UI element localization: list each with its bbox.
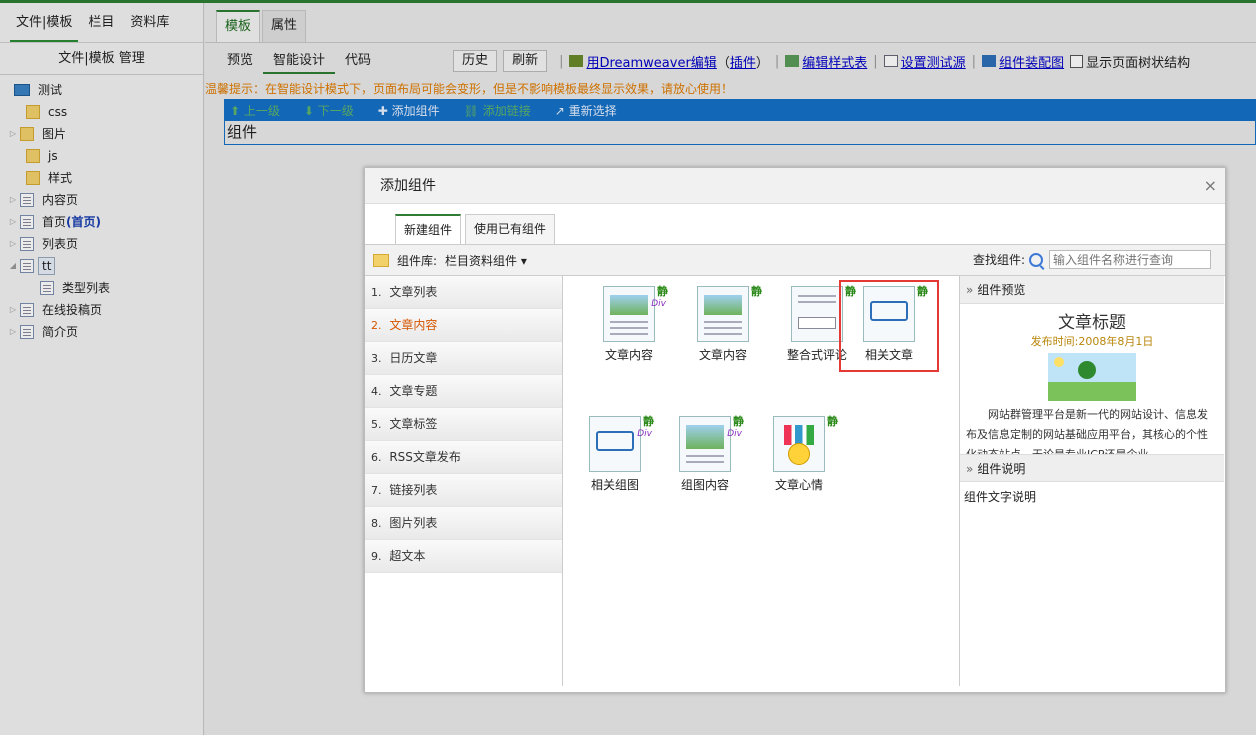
category-list: 1. 文章列表 2. 文章内容 3. 日历文章 4. 文章专题 5. 文章标签 … xyxy=(365,276,563,686)
category-item[interactable]: 1. 文章列表 xyxy=(365,276,562,309)
preview-text: 网站群管理平台是新一代的网站设计、信息发布及信息定制的网站基础应用平台，其核心的… xyxy=(966,408,1208,454)
article-image-icon: 静 Div xyxy=(603,285,668,342)
double-chevron-icon: » xyxy=(966,283,974,297)
dialog-body: 1. 文章列表 2. 文章内容 3. 日历文章 4. 文章专题 5. 文章标签 … xyxy=(365,276,1225,686)
related-book-icon: 静 Div xyxy=(589,415,654,472)
preview-landscape-image xyxy=(1048,353,1136,401)
comment-form-icon: 静 xyxy=(791,285,856,342)
gallery-image-icon: 静 Div xyxy=(679,415,744,472)
component-item-related-articles[interactable]: 静 相关文章 xyxy=(839,280,939,372)
double-chevron-icon: » xyxy=(966,462,974,476)
component-item-article-content[interactable]: 静 Div 文章内容 xyxy=(579,282,679,372)
search-area: 查找组件: xyxy=(973,250,1211,269)
category-item[interactable]: 2. 文章内容 xyxy=(365,309,562,342)
search-label: 查找组件: xyxy=(972,253,1025,267)
component-item-article-content-2[interactable]: 静 文章内容 xyxy=(673,282,773,372)
tab-new-component[interactable]: 新建组件 xyxy=(395,214,462,244)
library-label: 组件库: xyxy=(397,253,438,268)
preview-date: 发布时间:2008年8月1日 xyxy=(1030,335,1154,348)
library-select[interactable]: 栏目资料组件 ▾ xyxy=(445,252,527,269)
article-image-icon: 静 xyxy=(697,285,762,342)
component-item-gallery-content[interactable]: 静 Div 组图内容 xyxy=(655,412,755,502)
category-item[interactable]: 9. 超文本 xyxy=(365,540,562,573)
mood-smile-icon: 静 xyxy=(773,415,838,472)
search-input[interactable] xyxy=(1049,250,1211,269)
tab-existing-component[interactable]: 使用已有组件 xyxy=(465,214,556,244)
category-item[interactable]: 8. 图片列表 xyxy=(365,507,562,540)
description-header: » 组件说明 xyxy=(960,454,1224,482)
category-item[interactable]: 7. 链接列表 xyxy=(365,474,562,507)
dialog-title: 添加组件 xyxy=(380,178,436,194)
category-item[interactable]: 5. 文章标签 xyxy=(365,408,562,441)
component-item-related-gallery[interactable]: 静 Div 相关组图 xyxy=(565,412,665,502)
dropdown-arrow-icon: ▾ xyxy=(520,253,527,268)
component-item-article-mood[interactable]: 静 文章心情 xyxy=(749,412,849,502)
description-text: 组件文字说明 xyxy=(964,490,1037,504)
component-grid: 静 Div 文章内容 静 文章内容 静 整合式评论 静 相关文章 静 Div 相关组… xyxy=(563,276,960,686)
category-item[interactable]: 3. 日历文章 xyxy=(365,342,562,375)
search-icon[interactable] xyxy=(1029,252,1043,267)
category-item[interactable]: 4. 文章专题 xyxy=(365,375,562,408)
dialog-header: 添加组件 × xyxy=(365,168,1225,204)
library-bar: 组件库: 栏目资料组件 ▾ 查找组件: xyxy=(365,244,1225,276)
preview-title: 文章标题 xyxy=(1058,313,1126,333)
related-book-icon: 静 xyxy=(863,285,928,342)
preview-panel: » 组件预览 文章标题 发布时间:2008年8月1日 网站群管理平台是新一代的网站… xyxy=(960,276,1224,686)
category-item[interactable]: 6. RSS文章发布 xyxy=(365,441,562,474)
dialog-tabs: 新建组件 使用已有组件 xyxy=(395,214,559,244)
close-icon[interactable]: × xyxy=(1204,168,1217,204)
folder-icon xyxy=(373,253,389,267)
preview-header: » 组件预览 xyxy=(960,276,1224,304)
preview-box: 文章标题 发布时间:2008年8月1日 网站群管理平台是新一代的网站设计、信息发… xyxy=(960,304,1224,454)
add-component-dialog: 添加组件 × 新建组件 使用已有组件 组件库: 栏目资料组件 ▾ 查找组件: 1… xyxy=(364,167,1226,693)
